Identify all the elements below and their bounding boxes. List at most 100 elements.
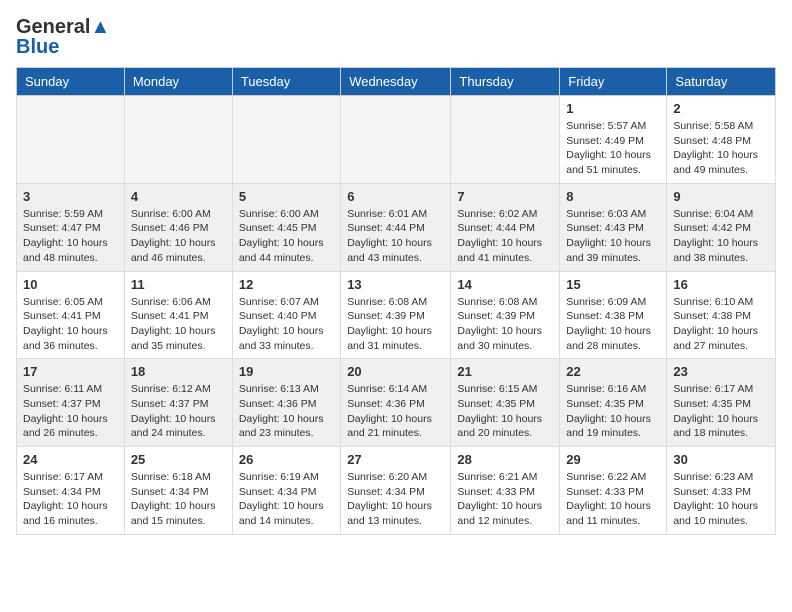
day-number: 10 (23, 277, 118, 292)
calendar-day-cell (17, 96, 125, 184)
calendar: SundayMondayTuesdayWednesdayThursdayFrid… (16, 67, 776, 535)
weekday-header: Tuesday (232, 68, 340, 96)
day-number: 7 (457, 189, 553, 204)
calendar-day-cell: 28 Sunrise: 6:21 AM Sunset: 4:33 PM Dayli… (451, 447, 560, 535)
day-info: Sunrise: 6:06 AM Sunset: 4:41 PM Dayligh… (131, 295, 226, 354)
day-number: 23 (673, 364, 769, 379)
calendar-day-cell: 18 Sunrise: 6:12 AM Sunset: 4:37 PM Dayli… (124, 359, 232, 447)
calendar-day-cell: 11Sunrise: 6:06 AM Sunset: 4:41 PM Dayli… (124, 271, 232, 359)
day-info: Sunrise: 6:00 AM Sunset: 4:45 PM Dayligh… (239, 207, 334, 266)
day-info: Sunrise: 6:17 AM Sunset: 4:34 PM Dayligh… (23, 470, 118, 529)
logo-blue: Blue (16, 36, 59, 59)
calendar-day-cell: 14 Sunrise: 6:08 AM Sunset: 4:39 PM Dayli… (451, 271, 560, 359)
day-info: Sunrise: 6:11 AM Sunset: 4:37 PM Dayligh… (23, 382, 118, 441)
calendar-day-cell: 30Sunrise: 6:23 AM Sunset: 4:33 PM Dayli… (667, 447, 776, 535)
day-number: 22 (566, 364, 660, 379)
day-info: Sunrise: 6:19 AM Sunset: 4:34 PM Dayligh… (239, 470, 334, 529)
logo: General▲ Blue (16, 16, 110, 59)
day-number: 17 (23, 364, 118, 379)
calendar-day-cell: 23 Sunrise: 6:17 AM Sunset: 4:35 PM Dayli… (667, 359, 776, 447)
day-number: 3 (23, 189, 118, 204)
day-info: Sunrise: 6:16 AM Sunset: 4:35 PM Dayligh… (566, 382, 660, 441)
day-number: 15 (566, 277, 660, 292)
calendar-day-cell: 6Sunrise: 6:01 AM Sunset: 4:44 PM Daylig… (341, 183, 451, 271)
day-number: 4 (131, 189, 226, 204)
day-info: Sunrise: 5:58 AM Sunset: 4:48 PM Dayligh… (673, 119, 769, 178)
day-info: Sunrise: 6:08 AM Sunset: 4:39 PM Dayligh… (347, 295, 444, 354)
calendar-day-cell: 7Sunrise: 6:02 AM Sunset: 4:44 PM Daylig… (451, 183, 560, 271)
day-info: Sunrise: 5:57 AM Sunset: 4:49 PM Dayligh… (566, 119, 660, 178)
day-info: Sunrise: 6:04 AM Sunset: 4:42 PM Dayligh… (673, 207, 769, 266)
day-info: Sunrise: 6:05 AM Sunset: 4:41 PM Dayligh… (23, 295, 118, 354)
calendar-day-cell: 10 Sunrise: 6:05 AM Sunset: 4:41 PM Dayli… (17, 271, 125, 359)
calendar-day-cell: 9 Sunrise: 6:04 AM Sunset: 4:42 PM Daylig… (667, 183, 776, 271)
day-info: Sunrise: 6:12 AM Sunset: 4:37 PM Dayligh… (131, 382, 226, 441)
calendar-day-cell: 12Sunrise: 6:07 AM Sunset: 4:40 PM Dayli… (232, 271, 340, 359)
day-info: Sunrise: 6:17 AM Sunset: 4:35 PM Dayligh… (673, 382, 769, 441)
calendar-day-cell (341, 96, 451, 184)
calendar-day-cell: 27 Sunrise: 6:20 AM Sunset: 4:34 PM Dayli… (341, 447, 451, 535)
calendar-week-row: 1 Sunrise: 5:57 AM Sunset: 4:49 PM Daylig… (17, 96, 776, 184)
calendar-week-row: 3 Sunrise: 5:59 AM Sunset: 4:47 PM Daylig… (17, 183, 776, 271)
calendar-day-cell: 15 Sunrise: 6:09 AM Sunset: 4:38 PM Dayli… (560, 271, 667, 359)
calendar-day-cell: 20 Sunrise: 6:14 AM Sunset: 4:36 PM Dayli… (341, 359, 451, 447)
calendar-day-cell: 29 Sunrise: 6:22 AM Sunset: 4:33 PM Dayli… (560, 447, 667, 535)
day-info: Sunrise: 6:00 AM Sunset: 4:46 PM Dayligh… (131, 207, 226, 266)
day-info: Sunrise: 6:14 AM Sunset: 4:36 PM Dayligh… (347, 382, 444, 441)
day-number: 18 (131, 364, 226, 379)
logo-text: General▲ (16, 16, 110, 38)
weekday-header: Thursday (451, 68, 560, 96)
day-info: Sunrise: 6:08 AM Sunset: 4:39 PM Dayligh… (457, 295, 553, 354)
day-info: Sunrise: 6:22 AM Sunset: 4:33 PM Dayligh… (566, 470, 660, 529)
day-number: 8 (566, 189, 660, 204)
calendar-day-cell: 13 Sunrise: 6:08 AM Sunset: 4:39 PM Dayli… (341, 271, 451, 359)
day-number: 14 (457, 277, 553, 292)
day-number: 25 (131, 452, 226, 467)
calendar-week-row: 24 Sunrise: 6:17 AM Sunset: 4:34 PM Dayli… (17, 447, 776, 535)
calendar-day-cell: 2 Sunrise: 5:58 AM Sunset: 4:48 PM Daylig… (667, 96, 776, 184)
day-number: 29 (566, 452, 660, 467)
calendar-day-cell: 5 Sunrise: 6:00 AM Sunset: 4:45 PM Daylig… (232, 183, 340, 271)
day-number: 26 (239, 452, 334, 467)
day-number: 20 (347, 364, 444, 379)
calendar-day-cell: 22 Sunrise: 6:16 AM Sunset: 4:35 PM Dayli… (560, 359, 667, 447)
day-info: Sunrise: 6:07 AM Sunset: 4:40 PM Dayligh… (239, 295, 334, 354)
day-info: Sunrise: 6:03 AM Sunset: 4:43 PM Dayligh… (566, 207, 660, 266)
calendar-day-cell (232, 96, 340, 184)
day-info: Sunrise: 6:13 AM Sunset: 4:36 PM Dayligh… (239, 382, 334, 441)
weekday-header: Monday (124, 68, 232, 96)
calendar-day-cell: 1 Sunrise: 5:57 AM Sunset: 4:49 PM Daylig… (560, 96, 667, 184)
calendar-day-cell: 26 Sunrise: 6:19 AM Sunset: 4:34 PM Dayli… (232, 447, 340, 535)
calendar-day-cell: 8 Sunrise: 6:03 AM Sunset: 4:43 PM Daylig… (560, 183, 667, 271)
day-info: Sunrise: 6:10 AM Sunset: 4:38 PM Dayligh… (673, 295, 769, 354)
weekday-header: Friday (560, 68, 667, 96)
calendar-day-cell (451, 96, 560, 184)
calendar-day-cell: 4 Sunrise: 6:00 AM Sunset: 4:46 PM Daylig… (124, 183, 232, 271)
calendar-day-cell: 19 Sunrise: 6:13 AM Sunset: 4:36 PM Dayli… (232, 359, 340, 447)
day-number: 30 (673, 452, 769, 467)
day-number: 5 (239, 189, 334, 204)
calendar-header-row: SundayMondayTuesdayWednesdayThursdayFrid… (17, 68, 776, 96)
calendar-day-cell: 16Sunrise: 6:10 AM Sunset: 4:38 PM Dayli… (667, 271, 776, 359)
calendar-day-cell: 17 Sunrise: 6:11 AM Sunset: 4:37 PM Dayli… (17, 359, 125, 447)
day-number: 19 (239, 364, 334, 379)
weekday-header: Sunday (17, 68, 125, 96)
day-info: Sunrise: 6:15 AM Sunset: 4:35 PM Dayligh… (457, 382, 553, 441)
day-info: Sunrise: 6:09 AM Sunset: 4:38 PM Dayligh… (566, 295, 660, 354)
day-info: Sunrise: 5:59 AM Sunset: 4:47 PM Dayligh… (23, 207, 118, 266)
calendar-week-row: 17 Sunrise: 6:11 AM Sunset: 4:37 PM Dayli… (17, 359, 776, 447)
day-number: 1 (566, 101, 660, 116)
day-number: 27 (347, 452, 444, 467)
day-number: 24 (23, 452, 118, 467)
day-info: Sunrise: 6:21 AM Sunset: 4:33 PM Dayligh… (457, 470, 553, 529)
day-info: Sunrise: 6:20 AM Sunset: 4:34 PM Dayligh… (347, 470, 444, 529)
page-header: General▲ Blue (16, 16, 776, 59)
calendar-body: 1 Sunrise: 5:57 AM Sunset: 4:49 PM Daylig… (17, 96, 776, 535)
day-number: 2 (673, 101, 769, 116)
day-number: 13 (347, 277, 444, 292)
day-number: 9 (673, 189, 769, 204)
weekday-header: Saturday (667, 68, 776, 96)
day-number: 28 (457, 452, 553, 467)
weekday-header: Wednesday (341, 68, 451, 96)
calendar-day-cell: 25Sunrise: 6:18 AM Sunset: 4:34 PM Dayli… (124, 447, 232, 535)
